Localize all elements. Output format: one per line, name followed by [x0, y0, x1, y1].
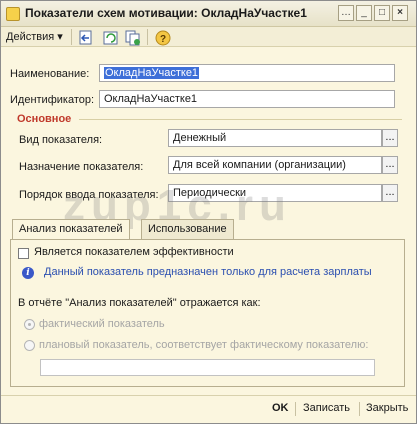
- save-button[interactable]: Записать: [303, 402, 350, 414]
- title-bar: Показатели схем мотивации: ОкладНаУчастк…: [1, 1, 416, 27]
- form-window: Показатели схем мотивации: ОкладНаУчастк…: [0, 0, 417, 424]
- planned-indicator-field[interactable]: [40, 359, 375, 376]
- svg-text:?: ?: [160, 34, 166, 45]
- name-label: Наименование:: [10, 68, 90, 80]
- group-title-main: Основное: [17, 113, 72, 125]
- name-value: ОкладНаУчастке1: [104, 67, 200, 79]
- input-order-field[interactable]: Периодически: [168, 184, 382, 202]
- efficiency-checkbox-label: Является показателем эффективности: [34, 246, 234, 258]
- radio-planned[interactable]: [24, 340, 35, 351]
- window-title: Показатели схем мотивации: ОкладНаУчастк…: [25, 6, 307, 20]
- name-field[interactable]: ОкладНаУчастке1: [99, 64, 395, 82]
- tab-usage[interactable]: Использование: [141, 219, 234, 239]
- help-icon[interactable]: ?: [153, 28, 171, 46]
- radio-actual[interactable]: [24, 319, 35, 330]
- toolbar-separator: [147, 29, 148, 45]
- actions-menu[interactable]: Действия ▾: [6, 30, 63, 43]
- identifier-field[interactable]: ОкладНаУчастке1: [99, 90, 395, 108]
- purpose-label: Назначение показателя:: [19, 161, 144, 173]
- window-menu-button[interactable]: …: [338, 5, 354, 21]
- report-text: В отчёте "Анализ показателей" отражается…: [18, 297, 261, 309]
- actions-label: Действия: [6, 31, 55, 43]
- ok-button[interactable]: OK: [272, 402, 289, 414]
- group-divider: [79, 119, 402, 120]
- indicator-type-label: Вид показателя:: [19, 134, 103, 146]
- purpose-select-button[interactable]: ...: [382, 156, 398, 174]
- chevron-down-icon: ▾: [57, 31, 63, 43]
- button-separator: [359, 402, 360, 416]
- minimize-button[interactable]: _: [356, 5, 372, 21]
- copy-icon[interactable]: [123, 28, 141, 46]
- toolbar: Действия ▾ ?: [1, 27, 416, 47]
- indicator-type-select-button[interactable]: ...: [382, 129, 398, 147]
- info-icon: i: [22, 267, 34, 279]
- purpose-field[interactable]: Для всей компании (организации): [168, 156, 382, 174]
- bottom-button-bar: OK Записать Закрыть: [1, 395, 416, 423]
- indicator-type-field[interactable]: Денежный: [168, 129, 382, 147]
- toolbar-separator: [71, 29, 72, 45]
- tab-analysis[interactable]: Анализ показателей: [12, 219, 130, 239]
- maximize-button[interactable]: □: [374, 5, 390, 21]
- close-window-button[interactable]: ×: [392, 5, 408, 21]
- close-button[interactable]: Закрыть: [366, 402, 408, 414]
- input-order-label: Порядок ввода показателя:: [19, 189, 159, 201]
- form-icon: [6, 7, 20, 21]
- efficiency-checkbox[interactable]: [18, 248, 29, 259]
- button-separator: [295, 402, 296, 416]
- radio-actual-label: фактический показатель: [39, 318, 165, 330]
- tab-panel-analysis: Является показателем эффективности i Дан…: [10, 239, 405, 387]
- reread-icon[interactable]: [101, 28, 119, 46]
- record-back-icon[interactable]: [76, 28, 94, 46]
- info-text: Данный показатель предназначен только дл…: [44, 266, 372, 278]
- identifier-label: Идентификатор:: [10, 94, 95, 106]
- radio-planned-label: плановый показатель, соответствует факти…: [39, 339, 369, 351]
- input-order-select-button[interactable]: ...: [382, 184, 398, 202]
